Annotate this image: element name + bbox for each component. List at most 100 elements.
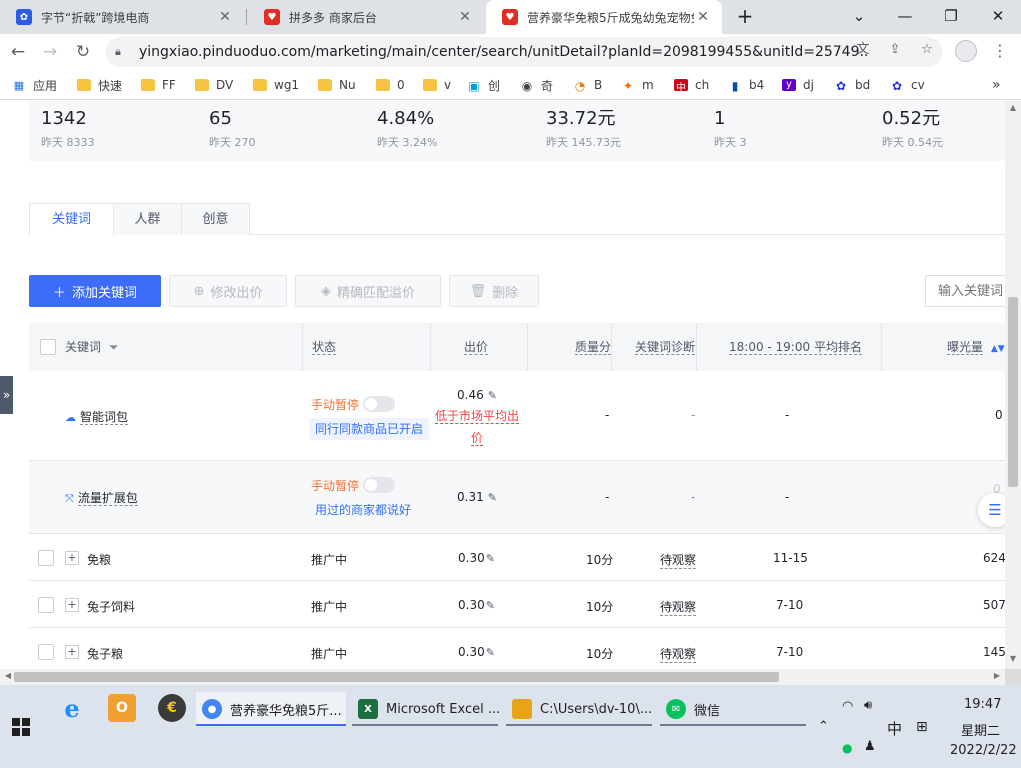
bookmark-folder[interactable]: Nu — [318, 76, 356, 94]
bookmark-site[interactable]: ✿ bd — [834, 76, 870, 94]
row-diagnosis[interactable]: 待观察 — [660, 598, 697, 616]
edit-bid-button[interactable]: ⊕ 修改出价 — [169, 275, 287, 307]
horizontal-scrollbar[interactable]: ◀ ▶ — [0, 669, 1005, 685]
browser-tab-1[interactable]: ✿ 字节“折戟”跨境电商 ✕ — [0, 0, 244, 34]
bookmark-folder[interactable]: v — [423, 76, 451, 94]
package-toggle[interactable] — [363, 396, 395, 412]
bookmark-site[interactable]: ◉ 奇 — [520, 76, 553, 94]
row-expand-icon[interactable]: + — [65, 551, 79, 565]
bookmark-folder[interactable]: 0 — [376, 76, 405, 94]
header-avg-rank[interactable]: 18:00 - 19:00 平均排名 — [729, 323, 862, 371]
bookmark-apps[interactable]: ▦ 应用 — [12, 76, 57, 94]
bookmark-folder[interactable]: DV — [195, 76, 233, 94]
translate-icon[interactable]: 文 — [854, 41, 872, 59]
scroll-left-icon[interactable]: ◀ — [1, 671, 15, 683]
customer-service-icon[interactable]: ☰ — [978, 493, 1005, 527]
scroll-down-icon[interactable]: ▼ — [1005, 654, 1021, 668]
bookmark-site[interactable]: ◔ B — [573, 76, 602, 94]
scroll-up-icon[interactable]: ▲ — [1005, 103, 1021, 117]
row-expand-icon[interactable]: + — [65, 598, 79, 612]
row-checkbox[interactable] — [38, 597, 54, 613]
add-keyword-button[interactable]: ＋ 添加关键词 — [29, 275, 161, 307]
bookmark-folder[interactable]: wg1 — [253, 76, 299, 94]
package-toggle[interactable] — [363, 477, 395, 493]
header-impressions[interactable]: 曝光量 ▲▼ — [947, 323, 1005, 371]
traffic-package-name[interactable]: ⤧ 流量扩展包 — [65, 489, 138, 506]
row-checkbox[interactable] — [38, 644, 54, 660]
close-tab-icon[interactable]: ✕ — [456, 8, 474, 26]
smart-package-name[interactable]: ☁ 智能词包 — [65, 408, 129, 425]
tab-keywords[interactable]: 关键词 — [29, 203, 114, 236]
ime-pad-icon[interactable]: ⊞ — [916, 719, 928, 735]
taskbar-wechat[interactable]: ✉ 微信 — [660, 692, 806, 726]
browser-tab-3-active[interactable]: ♥ 营养豪华免粮5斤成兔幼兔宠物兔 ✕ — [486, 0, 722, 34]
clock-time[interactable]: 19:47 — [964, 697, 1001, 712]
close-window-icon[interactable]: ✕ — [975, 0, 1021, 34]
url-text[interactable]: yingxiao.pinduoduo.com/marketing/main/ce… — [139, 44, 867, 60]
share-icon[interactable]: ⇪ — [886, 41, 904, 59]
wps-icon[interactable]: € — [158, 694, 186, 722]
row-bid[interactable]: 0.30✎ — [458, 551, 495, 565]
sort-icon[interactable]: ▲▼ — [991, 344, 1005, 354]
tray-overflow-icon[interactable]: ⌃ — [818, 719, 829, 734]
bookmark-site[interactable]: ✿ cv — [890, 76, 925, 94]
row-bid[interactable]: 0.30✎ — [458, 598, 495, 612]
new-tab-button[interactable]: + — [722, 0, 768, 34]
edit-icon[interactable]: ✎ — [486, 599, 495, 612]
wechat-tray-icon[interactable]: ● — [842, 741, 852, 755]
bookmark-site[interactable]: ▮ b4 — [728, 76, 765, 94]
vertical-scrollbar[interactable]: ▲ ▼ — [1005, 101, 1021, 669]
qq-tray-icon[interactable]: ♟ — [864, 739, 876, 754]
row-expand-icon[interactable]: + — [65, 645, 79, 659]
tab-creative[interactable]: 创意 — [181, 203, 250, 235]
bookmark-folder[interactable]: FF — [141, 76, 176, 94]
outlook-icon[interactable]: O — [108, 694, 136, 722]
forward-icon[interactable]: → — [38, 40, 62, 64]
bookmark-site[interactable]: 中 ch — [674, 76, 709, 94]
package-bid[interactable]: 0.46 ✎ — [457, 388, 497, 402]
exact-match-premium-button[interactable]: ◈ 精确匹配溢价 — [295, 275, 441, 307]
filter-icon[interactable]: ⏷ — [109, 340, 119, 354]
row-bid[interactable]: 0.30✎ — [458, 645, 495, 659]
ie-icon[interactable]: e — [58, 694, 86, 723]
volume-icon[interactable]: 🔊︎ — [864, 698, 872, 713]
address-bar[interactable]: 🔒︎ yingxiao.pinduoduo.com/marketing/main… — [105, 37, 943, 67]
bookmark-star-icon[interactable]: ☆ — [918, 41, 936, 59]
row-checkbox[interactable] — [38, 550, 54, 566]
edit-icon[interactable]: ✎ — [486, 646, 495, 659]
vertical-scroll-thumb[interactable] — [1008, 297, 1018, 487]
menu-kebab-icon[interactable]: ⋮ — [990, 40, 1010, 64]
side-panel-expand-icon[interactable]: » — [0, 376, 13, 414]
tab-audience[interactable]: 人群 — [113, 203, 182, 235]
more-bookmarks-icon[interactable]: » — [992, 76, 1001, 94]
horizontal-scroll-thumb[interactable] — [14, 672, 779, 682]
select-all-checkbox[interactable] — [40, 339, 56, 355]
reload-icon[interactable]: ↻ — [71, 40, 95, 64]
windows-start-icon[interactable] — [12, 718, 30, 736]
delete-button[interactable]: 🗑︎ 删除 — [449, 275, 539, 307]
close-tab-icon[interactable]: ✕ — [216, 8, 234, 26]
keyword-search-input[interactable] — [925, 275, 1005, 307]
bookmark-site[interactable]: ✦ m — [621, 76, 654, 94]
close-tab-icon[interactable]: ✕ — [694, 8, 712, 26]
row-diagnosis[interactable]: 待观察 — [660, 645, 697, 663]
profile-avatar-icon[interactable] — [955, 40, 977, 62]
edit-icon[interactable]: ✎ — [486, 552, 495, 565]
ime-mode[interactable]: 中 — [887, 718, 902, 739]
scroll-right-icon[interactable]: ▶ — [990, 671, 1004, 683]
edit-icon[interactable]: ✎ — [488, 491, 497, 504]
row-diagnosis[interactable]: 待观察 — [660, 551, 697, 569]
wifi-icon[interactable]: ◠ — [842, 699, 853, 714]
restore-icon[interactable]: ❐ — [928, 0, 974, 34]
taskbar-excel[interactable]: X Microsoft Excel ... — [352, 692, 500, 726]
edit-icon[interactable]: ✎ — [488, 389, 497, 402]
taskbar-chrome[interactable]: ● 营养豪华免粮5斤... — [196, 692, 346, 726]
back-icon[interactable]: ← — [6, 40, 30, 64]
bookmark-site[interactable]: y dj — [782, 76, 814, 94]
tab-search-icon[interactable]: ⌄ — [836, 0, 882, 34]
browser-tab-2[interactable]: ♥ 拼多多 商家后台 ✕ — [248, 0, 484, 34]
bookmark-folder[interactable]: 快速 — [77, 76, 122, 94]
taskbar-explorer[interactable]: C:\Users\dv-10\... — [506, 692, 652, 726]
minimize-icon[interactable]: — — [882, 0, 928, 34]
bookmark-site[interactable]: ▣ 创 — [467, 76, 500, 94]
